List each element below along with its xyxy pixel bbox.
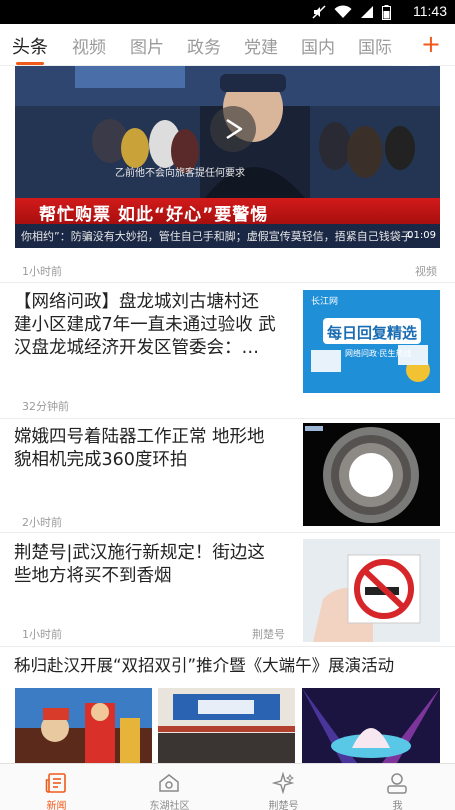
divider <box>0 418 455 419</box>
news-image <box>302 688 440 763</box>
active-tab-indicator <box>16 62 44 65</box>
bottom-navigation: 新闻 东湖社区 荆楚号 我 <box>0 763 455 810</box>
conference-image <box>158 688 295 763</box>
signal-icon <box>361 6 373 18</box>
nav-label: 荆楚号 <box>268 801 299 810</box>
video-banner-text: 帮忙购票 如此“好心”要警惕 <box>39 205 269 225</box>
status-bar: 11:43 <box>0 0 455 24</box>
category-tabs: 头条 视频 图片 政务 党建 国内 国际 + <box>0 24 455 66</box>
battery-icon <box>382 4 391 20</box>
stage-image <box>302 688 440 763</box>
news-thumbnail: 长江网 每日回复精选 网络问政·民生热线 <box>303 290 440 393</box>
lunar-panorama-image <box>303 423 440 526</box>
news-image <box>158 688 295 763</box>
sparkle-icon <box>272 772 294 794</box>
community-icon <box>159 774 179 792</box>
news-title: 嫦娥四号着陆器工作正常 地形地 貌相机完成360度环拍 <box>14 426 298 472</box>
tab-video[interactable]: 视频 <box>72 33 106 58</box>
thumb-logo: 长江网 <box>311 297 339 307</box>
title-line: 些地方将买不到香烟 <box>14 566 172 586</box>
no-smoking-image <box>303 539 440 642</box>
news-image <box>15 688 152 763</box>
play-button[interactable] <box>210 106 256 152</box>
tab-headlines[interactable]: 头条 <box>12 33 48 59</box>
tab-party[interactable]: 党建 <box>244 33 278 58</box>
news-title: 【网络问政】盘龙城刘古塘村还 建小区建成7年一直未通过验收 武 汉盘龙城经济开发… <box>14 291 298 360</box>
title-line: 荆楚号|武汉施行新规定！街边这 <box>14 543 265 563</box>
thumb-headline: 每日回复精选 <box>327 324 418 342</box>
divider <box>0 646 455 647</box>
nav-label: 东湖社区 <box>149 801 190 810</box>
tab-government[interactable]: 政务 <box>187 33 221 58</box>
title-line: 建小区建成7年一直未通过验收 武 <box>14 315 276 335</box>
news-thumbnail <box>303 539 440 642</box>
nav-label: 我 <box>392 801 403 810</box>
tab-domestic[interactable]: 国内 <box>301 33 335 58</box>
news-thumbnail <box>303 423 440 526</box>
video-duration: 01:09 <box>407 230 436 241</box>
news-time: 32分钟前 <box>22 400 69 413</box>
nav-label: 新闻 <box>46 801 67 810</box>
news-time: 2小时前 <box>22 516 62 529</box>
divider <box>0 282 455 283</box>
title-line: 嫦娥四号着陆器工作正常 地形地 <box>14 427 265 447</box>
video-ticker-text: 你相约”：防骗没有大妙招，管住自己手和脚；虚假宣传莫轻信，捂紧自己钱袋子 <box>21 230 412 243</box>
performance-image <box>15 688 152 763</box>
nav-jingchu[interactable]: 荆楚号 <box>227 764 340 810</box>
thumb-caption: 网络问政·民生热线 <box>345 349 412 358</box>
tab-pictures[interactable]: 图片 <box>130 33 164 58</box>
title-line: 汉盘龙城经济开发区管委会：… <box>14 338 259 358</box>
wifi-icon <box>334 5 352 18</box>
nav-community[interactable]: 东湖社区 <box>113 764 226 810</box>
news-title: 秭归赴汉开展“双招双引”推介暨《大端午》展演活动 <box>14 656 395 675</box>
play-icon <box>226 118 243 140</box>
video-card[interactable]: 乙前他不会向旅客提任何要求 帮忙购票 如此“好心”要警惕 你相约”：防骗没有大妙… <box>15 66 440 248</box>
nav-me[interactable]: 我 <box>341 764 454 810</box>
user-icon <box>387 773 407 794</box>
news-icon <box>45 773 66 793</box>
news-title: 荆楚号|武汉施行新规定！街边这 些地方将买不到香烟 <box>14 542 298 588</box>
news-time: 1小时前 <box>22 628 62 641</box>
add-channel-button[interactable]: + <box>421 30 441 58</box>
video-tag: 视频 <box>415 265 437 278</box>
title-line: 貌相机完成360度环拍 <box>14 450 188 470</box>
divider <box>0 532 455 533</box>
news-source: 荆楚号 <box>252 628 285 641</box>
nav-news[interactable]: 新闻 <box>0 764 113 810</box>
mute-icon <box>312 5 326 19</box>
clock: 11:43 <box>413 3 447 19</box>
title-line: 【网络问政】盘龙城刘古塘村还 <box>14 292 259 312</box>
video-time: 1小时前 <box>22 265 62 278</box>
video-subtitle: 乙前他不会向旅客提任何要求 <box>115 168 245 179</box>
